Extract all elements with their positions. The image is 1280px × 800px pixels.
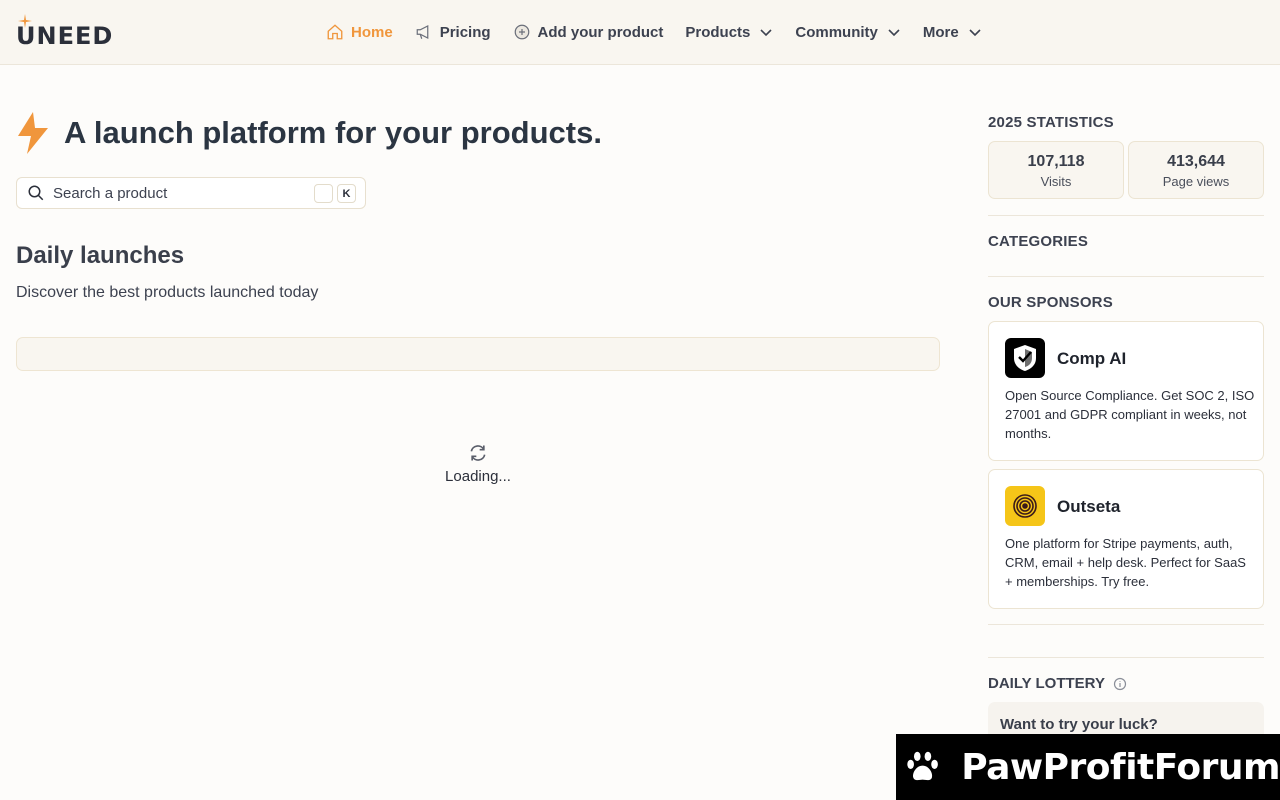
- shortcut-key: K: [337, 184, 356, 203]
- nav-more-label: More: [922, 23, 959, 41]
- categories-title[interactable]: CATEGORIES: [988, 233, 1088, 250]
- nav-home[interactable]: Home: [326, 23, 393, 41]
- top-header: UNEED Home Pricing Add your product Prod…: [0, 0, 1280, 65]
- daily-launches-title: Daily launches: [16, 242, 185, 269]
- divider: [988, 276, 1264, 277]
- nav-add-product-label: Add your product: [537, 23, 664, 41]
- home-icon: [327, 24, 343, 40]
- daily-launches-subtitle: Discover the best products launched toda…: [16, 284, 319, 301]
- divider: [988, 624, 1264, 625]
- stat-page-views: 413,644 Page views: [1128, 141, 1264, 199]
- loading-text: Loading...: [445, 468, 511, 485]
- chevron-down-icon: [888, 29, 900, 37]
- stat-value: 413,644: [1167, 153, 1225, 170]
- info-icon[interactable]: [1113, 677, 1127, 691]
- uneed-logo[interactable]: UNEED: [16, 14, 120, 50]
- logo-text: UNEED: [16, 22, 114, 50]
- stat-value: 107,118: [1027, 153, 1085, 170]
- loading-indicator: Loading...: [418, 443, 538, 485]
- nav-products-label: Products: [685, 23, 751, 41]
- paw-icon: [907, 751, 938, 781]
- lightning-bolt-icon: [18, 112, 48, 154]
- nav-home-label: Home: [351, 23, 393, 41]
- nav-community-label: Community: [795, 23, 878, 41]
- sponsor-description: Open Source Compliance. Get SOC 2, ISO 2…: [1005, 388, 1255, 441]
- stat-label: Page views: [1162, 174, 1230, 189]
- lottery-question: Want to try your luck?: [1000, 716, 1158, 733]
- stat-visits: 107,118 Visits: [988, 141, 1124, 199]
- nav-products[interactable]: Products: [685, 24, 773, 41]
- stats-title: 2025 STATISTICS: [988, 114, 1114, 131]
- megaphone-icon: [416, 25, 429, 39]
- shield-check-icon: [1005, 338, 1045, 378]
- nav-add-product[interactable]: Add your product: [513, 23, 664, 41]
- stat-label: Visits: [1040, 174, 1072, 189]
- filter-bar[interactable]: [16, 337, 940, 371]
- divider: [988, 215, 1264, 216]
- sponsor-card-comp-ai[interactable]: Comp AI Open Source Compliance. Get SOC …: [988, 321, 1264, 461]
- plus-circle-icon: [514, 24, 529, 40]
- lottery-title-text: DAILY LOTTERY: [988, 675, 1105, 692]
- nav-more[interactable]: More: [923, 24, 982, 41]
- sponsor-card-outseta[interactable]: Outseta One platform for Stripe payments…: [988, 469, 1264, 609]
- sponsor-name: Outseta: [1057, 497, 1121, 516]
- nav-pricing[interactable]: Pricing: [415, 23, 491, 41]
- search-icon: [28, 185, 44, 201]
- sponsor-description: One platform for Stripe payments, auth, …: [1005, 536, 1246, 589]
- nav-pricing-label: Pricing: [439, 23, 491, 41]
- main-nav: Home Pricing Add your product Products C…: [326, 20, 1004, 44]
- divider: [988, 657, 1264, 658]
- search-input[interactable]: [53, 184, 303, 202]
- hero: A launch platform for your products.: [16, 112, 602, 154]
- chevron-down-icon: [969, 29, 981, 37]
- refresh-icon: [470, 445, 486, 461]
- cmd-key-icon: [314, 184, 333, 203]
- watermark-text: PawProfitForum: [961, 746, 1280, 788]
- search-box[interactable]: K: [16, 177, 366, 209]
- sponsors-title: OUR SPONSORS: [988, 294, 1113, 311]
- nav-community[interactable]: Community: [795, 24, 901, 41]
- page-title: A launch platform for your products.: [64, 115, 602, 150]
- chevron-down-icon: [760, 29, 772, 37]
- sponsor-name: Comp AI: [1057, 349, 1127, 368]
- watermark-badge: PawProfitForum: [896, 734, 1280, 800]
- target-rings-icon: [1005, 486, 1045, 526]
- lottery-title: DAILY LOTTERY: [988, 675, 1127, 692]
